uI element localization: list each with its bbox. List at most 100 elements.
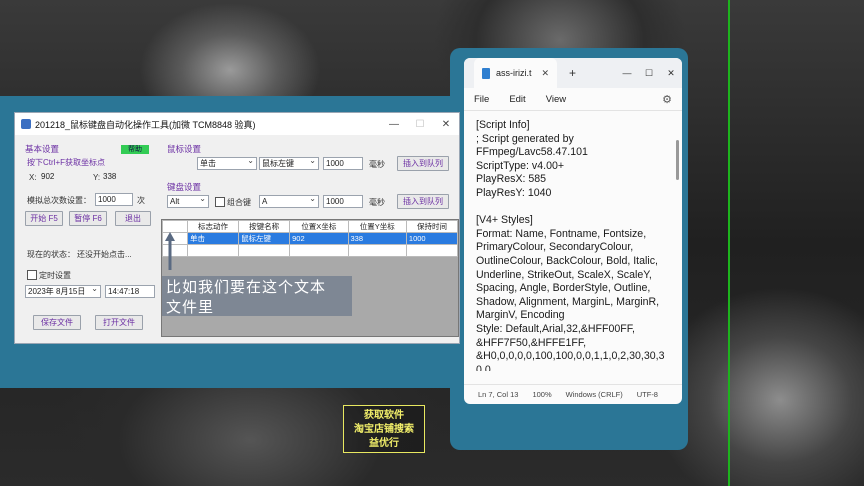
mouse-insert-button[interactable]: 插入到队列 xyxy=(397,156,449,171)
column-header-key[interactable]: 按键名称 xyxy=(238,220,291,233)
mouse-button-select[interactable]: 鼠标左键 xyxy=(259,155,319,170)
loop-count-label: 模拟总次数设置： xyxy=(27,196,91,205)
cell-empty[interactable] xyxy=(238,244,291,257)
mouse-action-select[interactable]: 单击 xyxy=(197,155,257,170)
coord-hint: 按下Ctrl+F获取坐标点 xyxy=(27,158,105,167)
text-line: Spacing, Angle, BorderStyle, Outline, xyxy=(476,282,651,295)
menu-view[interactable]: View xyxy=(546,94,566,105)
vertical-scrollbar[interactable] xyxy=(676,140,679,180)
maximize-button[interactable]: ☐ xyxy=(407,119,433,130)
combo-key-checkbox[interactable] xyxy=(215,197,225,207)
x-label: X: xyxy=(29,173,37,182)
caption-line-2: 文件里 xyxy=(166,298,215,316)
text-line: MarginV, Encoding xyxy=(476,309,565,322)
cell-empty[interactable] xyxy=(186,244,240,257)
column-header-hold[interactable]: 保持时间 xyxy=(405,220,459,233)
timer-label: 定时设置 xyxy=(39,271,71,280)
close-button[interactable]: ✕ xyxy=(433,119,459,130)
time-picker[interactable]: 14:47:18 xyxy=(105,285,155,298)
app-icon xyxy=(21,119,31,129)
column-header-x[interactable]: 位置X坐标 xyxy=(289,220,349,233)
text-line: [Script Info] xyxy=(476,119,530,131)
text-line: PlayResX: 585 xyxy=(476,173,547,186)
notepad-minimize-button[interactable]: — xyxy=(616,68,638,79)
title-bar: 201218_鼠标键盘自动化操作工具(加微 TCM8848 验真) — ☐ ✕ xyxy=(15,113,459,135)
cell-empty[interactable] xyxy=(289,244,349,257)
mouse-delay-input[interactable]: 1000 xyxy=(323,157,363,170)
table-row[interactable]: 单击 鼠标左键 902 338 1000 xyxy=(162,232,459,245)
text-line: 0,0 xyxy=(476,363,491,371)
text-editor[interactable]: [Script Info]; Script generated by FFmpeg… xyxy=(464,111,682,371)
pause-button[interactable]: 暂停 F6 xyxy=(69,211,107,226)
text-line: &H0,0,0,0,0,100,100,0,0,1,1,0,2,30,30,3 xyxy=(476,350,665,363)
text-line: Underline, StrikeOut, ScaleX, ScaleY, xyxy=(476,268,652,281)
notepad-tab[interactable]: ass-irizi.t ✕ xyxy=(474,58,558,88)
text-line: Shadow, Alignment, MarginL, MarginR, xyxy=(476,295,660,308)
loop-unit-label: 次 xyxy=(137,196,145,205)
cursor-position: Ln 7, Col 13 xyxy=(478,390,519,399)
exit-button[interactable]: 退出 xyxy=(115,211,151,226)
modifier-select[interactable]: Alt xyxy=(167,193,209,208)
menu-file[interactable]: File xyxy=(474,94,489,105)
gear-icon[interactable]: ⚙ xyxy=(662,93,672,106)
save-file-button[interactable]: 保存文件 xyxy=(33,315,81,330)
window-title: 201218_鼠标键盘自动化操作工具(加微 TCM8848 验真) xyxy=(35,119,256,130)
promo-line-3: 益优行 xyxy=(369,438,399,449)
text-line: Style: Default,Arial,32,&HFF00FF, xyxy=(476,322,635,335)
mouse-delay-unit: 毫秒 xyxy=(369,160,385,169)
loop-count-input[interactable]: 1000 xyxy=(95,193,133,206)
text-line xyxy=(476,201,670,215)
cell-empty[interactable] xyxy=(405,244,459,257)
key-delay-input[interactable]: 1000 xyxy=(323,195,363,208)
key-insert-button[interactable]: 插入到队列 xyxy=(397,194,449,209)
cell-y[interactable]: 338 xyxy=(347,232,407,245)
date-picker[interactable]: 2023年 8月15日 xyxy=(25,283,101,298)
cell-empty[interactable] xyxy=(347,244,407,257)
notepad-window: ass-irizi.t ✕ + — ☐ ✕ File Edit View ⚙ [… xyxy=(464,58,682,404)
grid-header-row: 标志动作 按键名称 位置X坐标 位置Y坐标 保持时间 xyxy=(162,220,459,233)
cell-x[interactable]: 902 xyxy=(289,232,349,245)
new-tab-button[interactable]: + xyxy=(569,66,576,80)
column-header-y[interactable]: 位置Y坐标 xyxy=(347,220,407,233)
key-delay-unit: 毫秒 xyxy=(369,198,385,207)
help-badge[interactable]: 帮助 xyxy=(121,145,149,154)
notepad-close-button[interactable]: ✕ xyxy=(660,68,682,79)
tab-close-icon[interactable]: ✕ xyxy=(542,68,550,79)
basic-settings-label: 基本设置 xyxy=(25,144,60,154)
status-value: 还没开始点击... xyxy=(77,250,132,259)
text-line: ScriptType: v4.00+ xyxy=(476,159,565,172)
text-line: ; Script generated by xyxy=(476,132,574,145)
tab-title: ass-irizi.t xyxy=(496,68,532,78)
zoom-level[interactable]: 100% xyxy=(532,390,551,399)
y-label: Y: xyxy=(93,173,101,182)
notepad-maximize-button[interactable]: ☐ xyxy=(638,68,660,79)
open-file-button[interactable]: 打开文件 xyxy=(95,315,143,330)
cell-hold[interactable]: 1000 xyxy=(405,232,459,245)
caption-line-1: 比如我们要在这个文本 xyxy=(166,278,327,296)
promo-line-2: 淘宝店铺搜索 xyxy=(354,424,414,435)
key-select[interactable]: A xyxy=(259,193,319,208)
notepad-tab-bar: ass-irizi.t ✕ + — ☐ ✕ xyxy=(464,58,682,88)
timer-checkbox[interactable] xyxy=(27,270,37,280)
cell-key[interactable]: 鼠标左键 xyxy=(238,232,291,245)
tutorial-caption: 比如我们要在这个文本 文件里 xyxy=(162,276,352,316)
text-line: FFmpeg/Lavc58.47.101 xyxy=(476,146,588,159)
notepad-window-controls: — ☐ ✕ xyxy=(616,68,682,79)
text-line: Format: Name, Fontname, Fontsize, xyxy=(476,227,647,240)
file-icon xyxy=(482,67,490,79)
cell-action[interactable]: 单击 xyxy=(186,232,240,245)
status-label: 现在的状态： xyxy=(27,250,75,259)
encoding[interactable]: UTF-8 xyxy=(637,390,658,399)
promo-line-1: 获取软件 xyxy=(364,410,404,421)
table-row-new[interactable] xyxy=(162,244,459,257)
y-value: 338 xyxy=(103,172,117,181)
column-header-action[interactable]: 标志动作 xyxy=(186,220,240,233)
start-button[interactable]: 开始 F5 xyxy=(25,211,63,226)
menu-edit[interactable]: Edit xyxy=(509,94,525,105)
minimize-button[interactable]: — xyxy=(381,119,407,130)
text-line: &HFF7F50,&HFFE1FF, xyxy=(476,336,587,349)
text-line: OutlineColour, BackColour, Bold, Italic, xyxy=(476,254,658,267)
text-line: [V4+ Styles] xyxy=(476,214,533,227)
line-ending[interactable]: Windows (CRLF) xyxy=(566,390,623,399)
row-header-corner xyxy=(162,220,188,233)
